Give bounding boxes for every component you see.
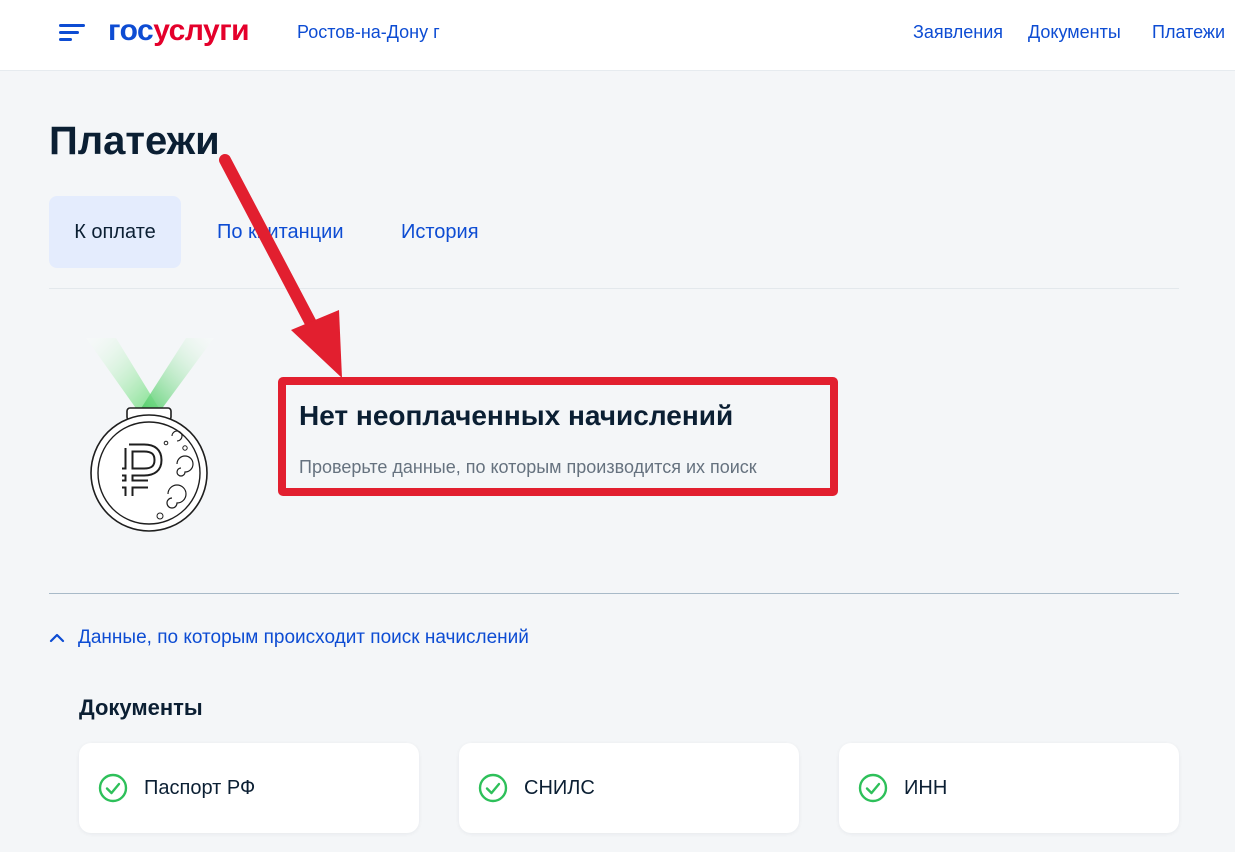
- annotation-arrow-icon: [219, 154, 342, 378]
- nav-link-payments[interactable]: Платежи: [1152, 20, 1225, 44]
- logo-part-gos: гос: [108, 14, 154, 47]
- nav-link-documents[interactable]: Документы: [1028, 20, 1121, 44]
- nav-link-applications[interactable]: Заявления: [913, 20, 1003, 44]
- top-header: госуслуги Ростов-на-Дону г Заявления Док…: [0, 0, 1235, 71]
- tab-to-pay[interactable]: К оплате: [49, 196, 181, 268]
- document-card-passport[interactable]: Паспорт РФ: [79, 743, 419, 833]
- document-label: Паспорт РФ: [144, 777, 256, 799]
- annotation-highlight-box: [278, 377, 838, 496]
- logo-part-uslugi: услуги: [153, 14, 250, 47]
- chevron-up-icon: [49, 633, 65, 643]
- tab-history[interactable]: История: [401, 196, 479, 268]
- city-selector[interactable]: Ростов-на-Дону г: [297, 20, 440, 44]
- document-label: СНИЛС: [524, 777, 595, 799]
- document-label: ИНН: [904, 777, 948, 799]
- documents-heading: Документы: [79, 695, 203, 720]
- check-circle-icon: [858, 773, 888, 803]
- check-circle-icon: [478, 773, 508, 803]
- page-title: Платежи: [49, 119, 220, 163]
- section-divider: [49, 593, 1179, 594]
- search-data-expander[interactable]: Данные, по которым происходит поиск начи…: [49, 624, 529, 652]
- check-circle-icon: [98, 773, 128, 803]
- document-card-inn[interactable]: ИНН: [839, 743, 1179, 833]
- expander-label: Данные, по которым происходит поиск начи…: [78, 627, 529, 648]
- menu-icon[interactable]: [59, 22, 85, 42]
- ruble-medal-icon: [86, 338, 214, 532]
- document-card-snils[interactable]: СНИЛС: [459, 743, 799, 833]
- gosuslugi-logo[interactable]: госуслуги: [108, 11, 250, 51]
